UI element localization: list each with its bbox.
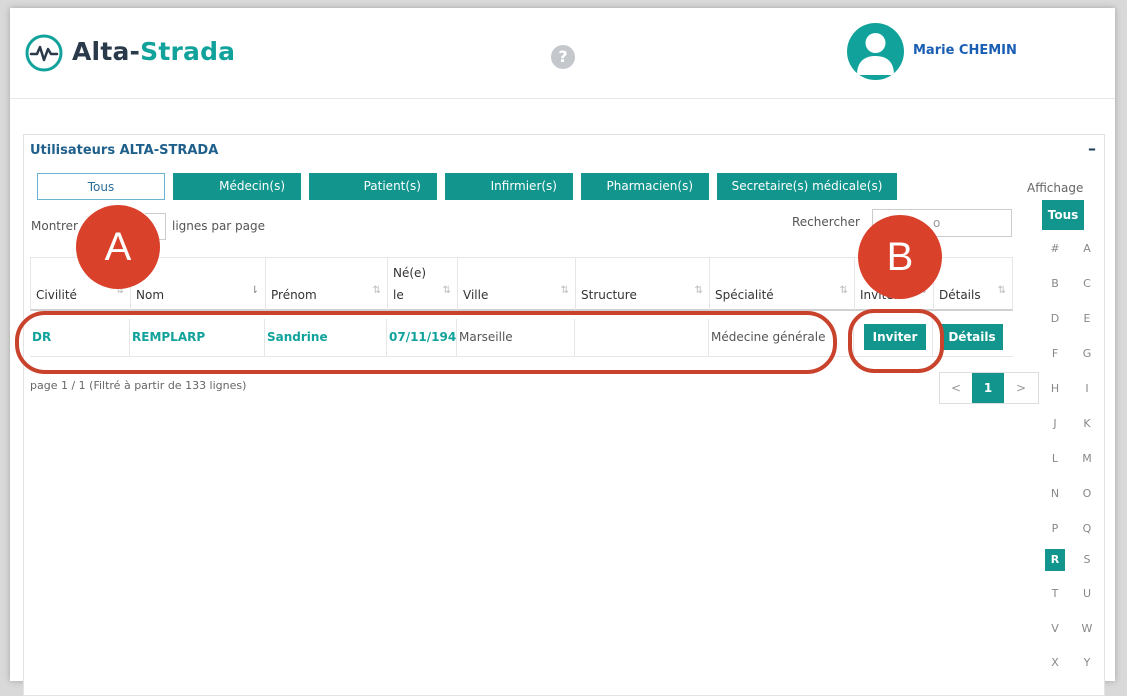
filter-pharmaciens[interactable]: Pharmacien(s) xyxy=(581,173,709,200)
alpha-letter-b[interactable]: B xyxy=(1045,273,1065,295)
col-label-line1: Né(e) xyxy=(393,266,427,280)
user-avatar-icon[interactable] xyxy=(847,23,904,80)
top-header: Alta-Strada ? Marie CHEMIN xyxy=(10,8,1115,99)
col-structure[interactable]: Structure ⇅ xyxy=(576,258,710,310)
heartbeat-logo-icon[interactable] xyxy=(24,33,64,73)
sort-icon: ⇅ xyxy=(372,285,381,296)
details-button[interactable]: Détails xyxy=(941,324,1003,350)
filter-patients[interactable]: Patient(s) xyxy=(309,173,437,200)
alpha-letter-e[interactable]: E xyxy=(1077,308,1097,330)
alpha-letter-p[interactable]: P xyxy=(1045,518,1065,540)
panel-title: Utilisateurs ALTA-STRADA xyxy=(30,143,219,158)
alpha-letter-q[interactable]: Q xyxy=(1077,518,1097,540)
collapse-icon[interactable]: – xyxy=(1088,139,1096,158)
help-icon[interactable]: ? xyxy=(551,45,575,69)
col-details[interactable]: Détails ⇅ xyxy=(934,258,1012,310)
alpha-letter-j[interactable]: J xyxy=(1045,413,1065,435)
alpha-letter-s[interactable]: S xyxy=(1077,549,1097,571)
alpha-letter-k[interactable]: K xyxy=(1077,413,1097,435)
alpha-letter-o[interactable]: O xyxy=(1077,483,1097,505)
alpha-letter-u[interactable]: U xyxy=(1077,583,1097,605)
alpha-filter-all[interactable]: Tous xyxy=(1042,200,1084,230)
col-label: Structure xyxy=(581,288,637,302)
alpha-letter-t[interactable]: T xyxy=(1045,583,1065,605)
affichage-label: Affichage xyxy=(1027,181,1084,195)
sort-icon: ⇅ xyxy=(560,285,569,296)
alpha-letter-y[interactable]: Y xyxy=(1077,652,1097,674)
alpha-letter-v[interactable]: V xyxy=(1045,618,1065,640)
col-ne-le[interactable]: Né(e) le ⇅ xyxy=(388,258,458,310)
alpha-letter-r[interactable]: R xyxy=(1045,549,1065,571)
col-label: Civilité xyxy=(36,288,77,302)
brand-name[interactable]: Alta-Strada xyxy=(72,37,235,66)
sort-icon: ⇅ xyxy=(839,285,848,296)
alpha-letter-l[interactable]: L xyxy=(1045,448,1065,470)
user-name[interactable]: Marie CHEMIN xyxy=(913,43,1017,58)
show-label: Montrer xyxy=(31,219,78,233)
col-label: Détails xyxy=(939,288,981,302)
sort-icon: ⇂ xyxy=(250,285,259,296)
filter-tous[interactable]: Tous xyxy=(37,173,165,200)
alpha-letter-f[interactable]: F xyxy=(1045,343,1065,365)
search-label: Rechercher xyxy=(792,215,860,229)
annotation-ring-b xyxy=(848,309,944,373)
col-label: Ville xyxy=(463,288,489,302)
alpha-letter-d[interactable]: D xyxy=(1045,308,1065,330)
alpha-letter-c[interactable]: C xyxy=(1077,273,1097,295)
alpha-letter-m[interactable]: M xyxy=(1077,448,1097,470)
page-1-button[interactable]: 1 xyxy=(972,373,1004,403)
annotation-badge-b: B xyxy=(858,215,942,299)
per-page-label: lignes par page xyxy=(172,219,266,233)
next-page-button[interactable]: > xyxy=(1004,373,1038,403)
col-label: Spécialité xyxy=(715,288,774,302)
col-specialite[interactable]: Spécialité ⇅ xyxy=(710,258,855,310)
col-label: Nom xyxy=(136,288,165,302)
col-label-line2: le xyxy=(393,288,404,302)
filter-medecins[interactable]: Médecin(s) xyxy=(173,173,301,200)
alpha-letter-g[interactable]: G xyxy=(1077,343,1097,365)
filter-secretaires[interactable]: Secretaire(s) médicale(s) xyxy=(717,173,897,200)
alpha-letter-h[interactable]: H xyxy=(1045,378,1065,400)
sort-icon: ⇅ xyxy=(442,285,451,296)
alpha-letter-a[interactable]: A xyxy=(1077,238,1097,260)
prev-page-button[interactable]: < xyxy=(940,373,972,403)
filter-infirmiers[interactable]: Infirmier(s) xyxy=(445,173,573,200)
alpha-letter-w[interactable]: W xyxy=(1077,618,1097,640)
avatar-silhouette xyxy=(857,33,894,75)
brand-part2: Strada xyxy=(140,37,236,66)
users-panel: Utilisateurs ALTA-STRADA – Tous Médecin(… xyxy=(23,134,1105,696)
sort-icon: ⇅ xyxy=(997,285,1006,296)
table-info: page 1 / 1 (Filtré à partir de 133 ligne… xyxy=(30,379,247,392)
pagination: < 1 > xyxy=(939,372,1039,404)
alpha-letter-hash[interactable]: # xyxy=(1045,238,1065,260)
alpha-letter-n[interactable]: N xyxy=(1045,483,1065,505)
cell-details: Détails xyxy=(933,319,1011,356)
col-prenom[interactable]: Prénom ⇅ xyxy=(266,258,388,310)
col-ville[interactable]: Ville ⇅ xyxy=(458,258,576,310)
annotation-ring-a xyxy=(15,311,837,374)
brand-part1: Alta- xyxy=(72,37,141,66)
annotation-badge-a: A xyxy=(76,205,160,289)
sort-icon: ⇅ xyxy=(694,285,703,296)
alpha-letter-i[interactable]: I xyxy=(1077,378,1097,400)
col-label: Prénom xyxy=(271,288,317,302)
alpha-letter-x[interactable]: X xyxy=(1045,652,1065,674)
